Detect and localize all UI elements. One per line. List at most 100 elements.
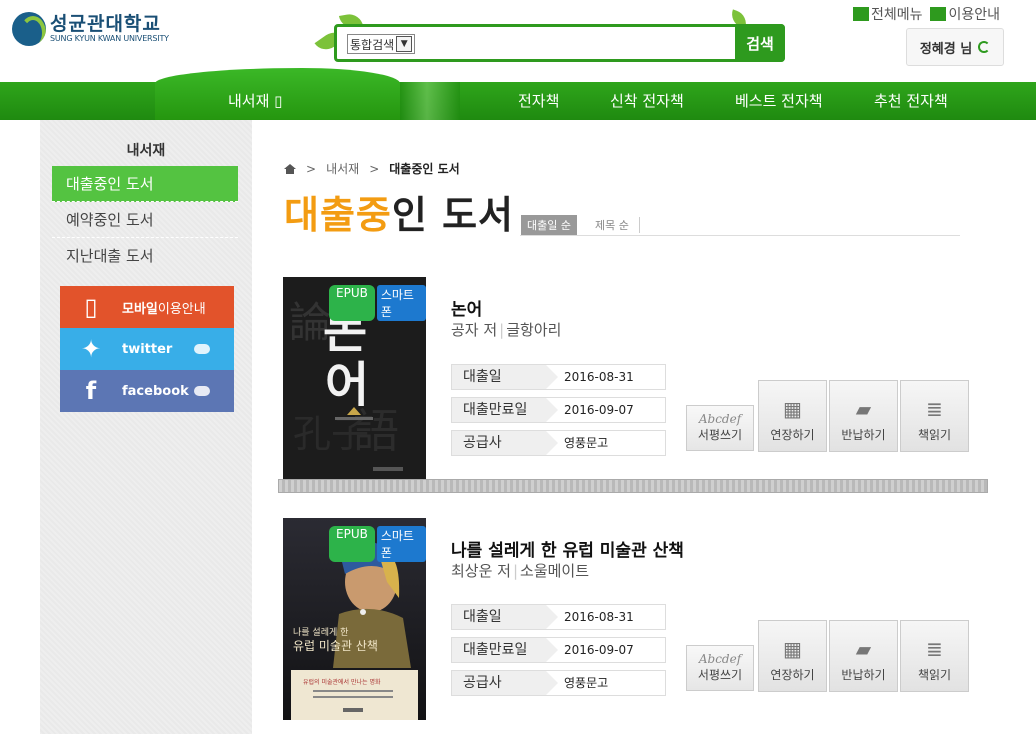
guide-label: 이용안내 — [948, 7, 1000, 23]
supplier-row: 공급사 영풍문고 — [451, 430, 666, 456]
sort-by-loan-date[interactable]: 대출일 순 — [521, 215, 577, 235]
facebook-banner[interactable]: f facebook — [60, 370, 234, 412]
extend-loan-button[interactable]: ▦ 연장하기 — [758, 620, 827, 692]
all-menu-label: 전체메뉴 — [870, 7, 923, 23]
due-date-label: 대출만료일 — [452, 638, 558, 662]
nav-tab-my-library[interactable]: 내서재 ▯ — [228, 82, 282, 120]
return-book-button[interactable]: ▰ 반납하기 — [829, 380, 898, 452]
sidebar-item-reservations[interactable]: 예약중인 도서 — [52, 202, 238, 238]
sidebar-item-past-loans[interactable]: 지난대출 도서 — [52, 238, 238, 274]
mobile-guide-rest: 이용안내 — [157, 301, 206, 317]
nav-tab-my-library-label: 내서재 — [228, 92, 270, 110]
page-title: 대출중인 도서 — [284, 192, 514, 238]
search-box: 통합검색 ▼ 검색 — [334, 24, 785, 62]
epub-badge: EPUB — [329, 526, 375, 562]
read-book-button[interactable]: ≣ 책읽기 — [900, 620, 969, 692]
university-name-en: SUNG KYUN KWAN UNIVERSITY — [50, 34, 169, 43]
book-publisher: 소울메이트 — [520, 562, 590, 580]
write-review-button[interactable]: Abcdef 서평쓰기 — [686, 405, 754, 451]
nav-tab-ebooks[interactable]: 전자책 — [518, 82, 559, 120]
write-review-label: 서평쓰기 — [697, 428, 743, 442]
format-badges: EPUB 스마트폰 — [329, 526, 426, 562]
svg-text:나를 설레게 한: 나를 설레게 한 — [293, 627, 348, 638]
svg-text:어: 어 — [325, 357, 369, 413]
calendar-icon: ▦ — [783, 397, 802, 421]
sidebar-item-current-loans[interactable]: 대출중인 도서 — [52, 166, 238, 202]
book-divider — [278, 479, 988, 493]
twitter-bird-icon: ✦ — [80, 335, 102, 363]
book-publisher: 글항아리 — [506, 321, 562, 339]
chevron-down-icon: ▼ — [396, 36, 413, 52]
top-links: 전체메뉴 이용안내 — [852, 4, 1000, 24]
header: 성균관대학교 SUNG KYUN KWAN UNIVERSITY 통합검색 ▼ … — [0, 0, 1036, 82]
due-date-label: 대출만료일 — [452, 398, 558, 422]
mobile-guide-banner[interactable]: ▯ 모바일 이용안내 — [60, 286, 234, 328]
read-book-label: 책읽기 — [917, 428, 952, 442]
twitter-label: twitter — [122, 341, 173, 357]
book-title[interactable]: 논어 — [451, 295, 482, 320]
read-book-button[interactable]: ≣ 책읽기 — [900, 380, 969, 452]
facebook-label: facebook — [122, 383, 189, 399]
all-menu-link[interactable]: 전체메뉴 — [852, 4, 923, 24]
book-meta: 공자 저 | 글항아리 — [451, 319, 561, 340]
due-date-value: 2016-09-07 — [564, 403, 634, 417]
book-item: 나를 설레게 한 유럽 미술관 산책 유럽의 미술관에서 만나는 명화 EPUB… — [278, 518, 988, 734]
book-stack-icon: ≣ — [926, 637, 943, 661]
search-scope-select[interactable]: 통합검색 ▼ — [347, 34, 416, 54]
user-box[interactable]: 정혜경 님 — [906, 28, 1004, 66]
extend-loan-button[interactable]: ▦ 연장하기 — [758, 380, 827, 452]
sort-by-title[interactable]: 제목 순 — [585, 217, 640, 233]
search-button[interactable]: 검색 — [735, 24, 785, 62]
due-date-value: 2016-09-07 — [564, 643, 634, 657]
svg-text:유럽의 미술관에서 만나는 명화: 유럽의 미술관에서 만나는 명화 — [303, 678, 381, 686]
logout-icon[interactable] — [978, 41, 991, 53]
grid-icon — [852, 7, 869, 21]
book-item: 論 語 孔子 논 어 EPUB 스마트폰 논어 공자 저 | 글항아리 대출일 20… — [278, 277, 988, 497]
guide-link[interactable]: 이용안내 — [930, 4, 1000, 24]
return-book-button[interactable]: ▰ 반납하기 — [829, 620, 898, 692]
loan-date-label: 대출일 — [452, 605, 558, 629]
map-icon — [930, 7, 947, 21]
sidebar: 내서재 대출중인 도서 예약중인 도서 지난대출 도서 ▯ 모바일 이용안내 ✦ … — [40, 120, 252, 734]
svg-text:유럽 미술관 산책: 유럽 미술관 산책 — [293, 638, 378, 653]
university-emblem-icon — [12, 12, 46, 46]
go-icon — [194, 386, 210, 396]
breadcrumb-separator: > — [369, 161, 380, 176]
search-scope-value: 통합검색 — [350, 37, 395, 52]
book-cover[interactable]: 나를 설레게 한 유럽 미술관 산책 유럽의 미술관에서 만나는 명화 EPUB… — [283, 518, 426, 720]
breadcrumb-parent[interactable]: 내서재 — [326, 160, 359, 177]
breadcrumb: > 내서재 > 대출중인 도서 — [284, 160, 460, 177]
breadcrumb-separator: > — [306, 161, 317, 176]
twitter-banner[interactable]: ✦ twitter — [60, 328, 234, 370]
nav-tab-recommended-ebooks[interactable]: 추천 전자책 — [874, 82, 948, 120]
university-logo[interactable]: 성균관대학교 SUNG KYUN KWAN UNIVERSITY — [12, 12, 169, 46]
book-cover[interactable]: 論 語 孔子 논 어 EPUB 스마트폰 — [283, 277, 426, 479]
nav-tab-best-ebooks[interactable]: 베스트 전자책 — [735, 82, 823, 120]
loan-date-value: 2016-08-31 — [564, 610, 634, 624]
meta-separator: | — [499, 321, 505, 339]
sort-tabs: 대출일 순 제목 순 — [521, 215, 640, 235]
due-date-row: 대출만료일 2016-09-07 — [451, 397, 666, 423]
return-book-label: 반납하기 — [841, 668, 886, 682]
user-name: 정혜경 님 — [919, 41, 973, 57]
loan-date-label: 대출일 — [452, 365, 558, 389]
home-icon[interactable] — [284, 163, 296, 174]
loan-date-value: 2016-08-31 — [564, 370, 634, 384]
book-author: 최상운 저 — [451, 562, 511, 580]
facebook-icon: f — [85, 377, 97, 405]
folder-icon: ▰ — [855, 637, 872, 661]
calendar-icon: ▦ — [783, 637, 802, 661]
loan-date-row: 대출일 2016-08-31 — [451, 604, 666, 630]
sidebar-title: 내서재 — [126, 143, 166, 159]
write-review-button[interactable]: Abcdef 서평쓰기 — [686, 645, 754, 691]
book-title[interactable]: 나를 설레게 한 유럽 미술관 산책 — [451, 536, 684, 561]
epub-badge: EPUB — [329, 285, 375, 321]
page-title-rest: 인 도서 — [391, 193, 515, 237]
nav-tab-new-ebooks[interactable]: 신착 전자책 — [610, 82, 684, 120]
read-book-label: 책읽기 — [917, 668, 952, 682]
book-stack-icon: ≣ — [926, 397, 943, 421]
signature-icon: Abcdef — [698, 412, 742, 426]
book-author: 공자 저 — [451, 321, 498, 339]
divider — [520, 235, 960, 236]
page-title-highlight: 대출중 — [284, 193, 392, 237]
